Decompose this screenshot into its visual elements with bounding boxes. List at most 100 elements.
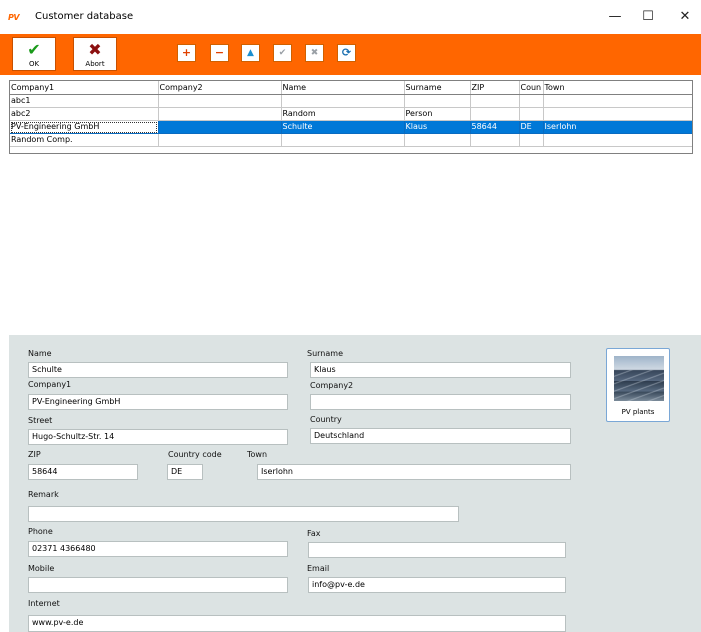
title-bar: PV Customer database — ☐ ✕ <box>0 0 701 34</box>
town-field[interactable]: Iserlohn <box>257 464 571 480</box>
maximize-button[interactable]: ☐ <box>633 6 663 28</box>
up-arrow-icon: ▲ <box>247 48 254 58</box>
app-logo: PV <box>8 13 20 22</box>
cell-town[interactable] <box>543 94 692 108</box>
company1-field[interactable]: PV-Engineering GmbH <box>28 394 288 410</box>
street-label: Street <box>28 416 53 425</box>
table-row[interactable]: abc2 Random Person <box>10 107 692 121</box>
window-title: Customer database <box>35 11 134 22</box>
cell-company1[interactable]: abc2 <box>10 107 159 121</box>
cell-country[interactable] <box>519 107 544 121</box>
cell-name[interactable] <box>281 133 405 147</box>
cell-zip[interactable]: 58644 <box>470 120 520 134</box>
table-row[interactable]: abc1 <box>10 94 692 108</box>
check-icon: ✔ <box>278 48 287 58</box>
column-header-town[interactable]: Town <box>543 81 692 95</box>
add-record-button[interactable]: + <box>177 44 196 62</box>
internet-label: Internet <box>28 599 60 608</box>
customer-grid[interactable]: Company1 Company2 Name Surname ZIP Coun … <box>9 80 693 154</box>
phone-label: Phone <box>28 527 53 536</box>
country-label: Country <box>310 415 342 424</box>
fax-field[interactable] <box>308 542 566 558</box>
plus-icon: + <box>181 46 192 59</box>
cell-country[interactable]: DE <box>519 120 544 134</box>
cell-country[interactable] <box>519 94 544 108</box>
close-button[interactable]: ✕ <box>670 6 700 28</box>
remark-field[interactable] <box>28 506 459 522</box>
detail-form: Name Schulte Surname Klaus Company1 PV-E… <box>9 335 701 632</box>
post-button[interactable]: ✔ <box>273 44 292 62</box>
x-icon: ✖ <box>88 40 102 59</box>
mobile-field[interactable] <box>28 577 288 593</box>
cell-company2[interactable] <box>158 94 282 108</box>
name-field[interactable]: Schulte <box>28 362 288 378</box>
cell-company2[interactable] <box>158 133 282 147</box>
street-field[interactable]: Hugo-Schultz-Str. 14 <box>28 429 288 445</box>
internet-field[interactable]: www.pv-e.de <box>28 615 566 632</box>
cancel-edit-button[interactable]: ✖ <box>305 44 324 62</box>
cell-name[interactable]: Schulte <box>281 120 405 134</box>
cell-zip[interactable] <box>470 94 520 108</box>
cell-name[interactable] <box>281 94 405 108</box>
cell-company2[interactable] <box>158 107 282 121</box>
x-icon: ✖ <box>310 48 319 58</box>
solar-panel-image <box>614 356 664 401</box>
abort-label: Abort <box>85 60 105 68</box>
pv-plants-label: PV plants <box>621 408 655 416</box>
refresh-button[interactable]: ⟳ <box>337 44 356 62</box>
town-label: Town <box>247 450 268 459</box>
email-label: Email <box>307 564 330 573</box>
company2-field[interactable] <box>310 394 571 410</box>
name-label: Name <box>28 349 52 358</box>
column-header-name[interactable]: Name <box>281 81 405 95</box>
cell-surname[interactable]: Klaus <box>404 120 471 134</box>
cell-town[interactable] <box>543 107 692 121</box>
table-row-selected[interactable]: PV-Engineering GmbH Schulte Klaus 58644 … <box>10 120 692 134</box>
cell-town[interactable]: Iserlohn <box>543 120 692 134</box>
cell-surname[interactable]: Person <box>404 107 471 121</box>
cell-surname[interactable] <box>404 133 471 147</box>
ok-label: OK <box>28 60 40 68</box>
column-header-zip[interactable]: ZIP <box>470 81 520 95</box>
cell-company1[interactable]: abc1 <box>10 94 159 108</box>
cell-company1[interactable]: PV-Engineering GmbH <box>10 120 159 134</box>
cell-zip[interactable] <box>470 133 520 147</box>
customer-table: Company1 Company2 Name Surname ZIP Coun … <box>10 81 692 147</box>
move-up-button[interactable]: ▲ <box>241 44 260 62</box>
country-code-label: Country code <box>168 450 222 459</box>
column-header-surname[interactable]: Surname <box>404 81 471 95</box>
remark-label: Remark <box>28 490 59 499</box>
email-field[interactable]: info@pv-e.de <box>308 577 566 593</box>
delete-record-button[interactable]: − <box>210 44 229 62</box>
cell-country[interactable] <box>519 133 544 147</box>
cell-surname[interactable] <box>404 94 471 108</box>
company1-label: Company1 <box>28 380 72 389</box>
surname-label: Surname <box>307 349 343 358</box>
cell-town[interactable] <box>543 133 692 147</box>
table-header-row: Company1 Company2 Name Surname ZIP Coun … <box>10 81 692 95</box>
minus-icon: − <box>214 46 225 59</box>
column-header-company1[interactable]: Company1 <box>10 81 159 95</box>
cell-name[interactable]: Random <box>281 107 405 121</box>
zip-label: ZIP <box>28 450 41 459</box>
zip-field[interactable]: 58644 <box>28 464 138 480</box>
column-header-country[interactable]: Coun <box>519 81 544 95</box>
mobile-label: Mobile <box>28 564 55 573</box>
check-icon: ✔ <box>27 40 41 59</box>
company2-label: Company2 <box>310 381 354 390</box>
refresh-icon: ⟳ <box>341 46 352 59</box>
column-header-company2[interactable]: Company2 <box>158 81 282 95</box>
cell-zip[interactable] <box>470 107 520 121</box>
cell-company1[interactable]: Random Comp. <box>10 133 159 147</box>
abort-button[interactable]: ✖ Abort <box>73 37 117 71</box>
ok-button[interactable]: ✔ OK <box>12 37 56 71</box>
country-field[interactable]: Deutschland <box>310 428 571 444</box>
table-row[interactable]: Random Comp. <box>10 133 692 147</box>
pv-plants-button[interactable]: PV plants <box>606 348 670 422</box>
cell-company2[interactable] <box>158 120 282 134</box>
surname-field[interactable]: Klaus <box>310 362 571 378</box>
phone-field[interactable]: 02371 4366480 <box>28 541 288 557</box>
minimize-button[interactable]: — <box>600 6 630 28</box>
fax-label: Fax <box>307 529 321 538</box>
country-code-field[interactable]: DE <box>167 464 203 480</box>
